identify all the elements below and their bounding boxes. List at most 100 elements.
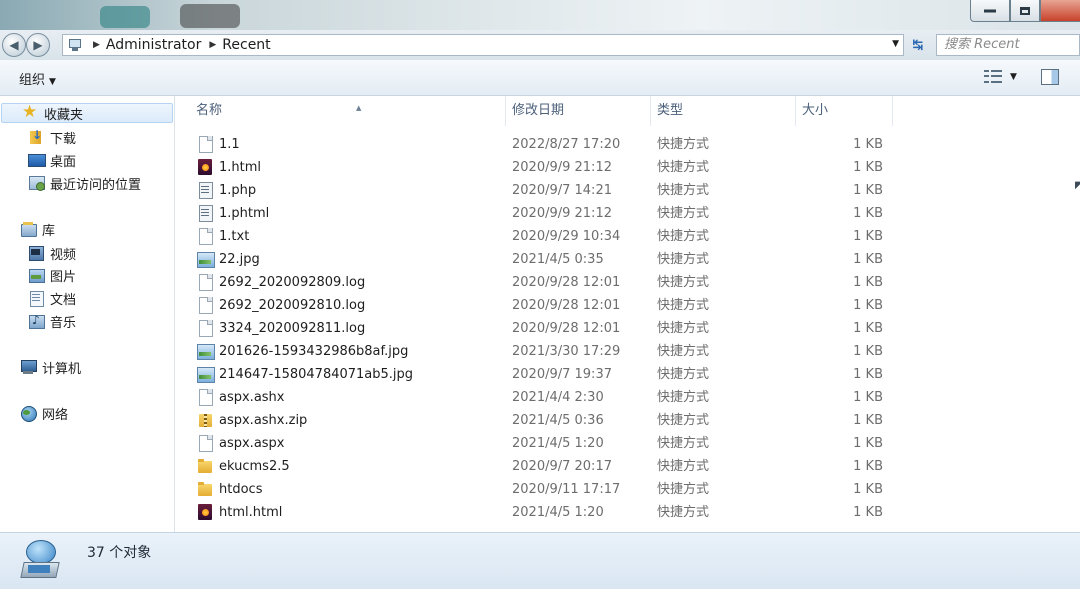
image-file-icon	[197, 366, 215, 383]
nav-item-videos[interactable]: 视频	[28, 243, 76, 263]
nav-item-recent-places[interactable]: 最近访问的位置	[28, 173, 141, 193]
change-view-button[interactable]: ▼	[984, 70, 1017, 84]
organize-menu-button[interactable]: 组织 ▼	[19, 69, 56, 88]
table-row[interactable]: aspx.ashx 2021/4/4 2:30 快捷方式 1 KB	[176, 386, 1080, 409]
modified-date-cell: 2020/9/9 21:12	[512, 206, 612, 221]
nav-item-downloads[interactable]: 下载	[28, 127, 76, 147]
file-name-cell: 1.html	[219, 160, 262, 175]
address-dropdown-icon[interactable]: ▼	[892, 39, 899, 49]
nav-label: 音乐	[50, 315, 77, 331]
details-pane: 37 个对象	[0, 532, 1080, 589]
file-name-cell: 2692_2020092810.log	[219, 298, 366, 313]
nav-favorites[interactable]: 收藏夹	[1, 102, 173, 123]
table-row[interactable]: 1.phtml 2020/9/9 21:12 快捷方式 1 KB	[176, 202, 1080, 225]
table-row[interactable]: 214647-15804784071ab5.jpg 2020/9/7 19:37 快…	[176, 363, 1080, 386]
title-bar	[0, 0, 1080, 30]
table-row[interactable]: 2692_2020092809.log 2020/9/28 12:01 快捷方式 1 …	[176, 271, 1080, 294]
back-arrow-icon: ◀	[9, 38, 19, 52]
table-row[interactable]: aspx.aspx 2021/4/5 1:20 快捷方式 1 KB	[176, 432, 1080, 455]
breadcrumb-administrator[interactable]: Administrator	[106, 37, 201, 53]
scroll-indicator-icon: ◤	[1075, 180, 1080, 191]
nav-item-documents[interactable]: 文档	[28, 288, 76, 308]
file-size-cell: 1 KB	[853, 505, 883, 520]
table-row[interactable]: ekucms2.5 2020/9/7 20:17 快捷方式 1 KB	[176, 455, 1080, 478]
nav-item-pictures[interactable]: 图片	[28, 265, 76, 285]
close-button[interactable]	[1040, 0, 1080, 22]
table-row[interactable]: 1.php 2020/9/7 14:21 快捷方式 1 KB	[176, 179, 1080, 202]
organize-label: 组织	[19, 73, 46, 88]
explorer-window: ◀ ▶ ▶ Administrator ▶ Recent ▼ ↹ 搜索 Rece…	[0, 0, 1080, 589]
nav-item-desktop[interactable]: 桌面	[28, 150, 76, 170]
downloads-folder-icon	[28, 128, 44, 145]
nav-computer[interactable]: 计算机	[20, 357, 81, 377]
table-row[interactable]: 3324_2020092811.log 2020/9/28 12:01 快捷方式 1 …	[176, 317, 1080, 340]
file-size-cell: 1 KB	[853, 160, 883, 175]
table-row[interactable]: 1.txt 2020/9/29 10:34 快捷方式 1 KB	[176, 225, 1080, 248]
shortcut-file-icon	[197, 320, 213, 337]
modified-date-cell: 2020/9/28 12:01	[512, 321, 621, 336]
file-rows: 1.1 2022/8/27 17:20 快捷方式 1 KB 1.html 2020/9/9…	[176, 133, 1080, 524]
nav-label: 桌面	[50, 154, 77, 170]
nav-label: 收藏夹	[44, 107, 84, 123]
search-input[interactable]: 搜索 Recent	[936, 34, 1080, 56]
modified-date-cell: 2021/4/5 0:36	[512, 413, 604, 428]
column-header-type[interactable]: 类型	[651, 96, 796, 126]
column-header-date[interactable]: 修改日期	[506, 96, 651, 126]
shortcut-file-icon	[197, 297, 213, 314]
file-type-cell: 快捷方式	[657, 137, 710, 152]
shortcut-file-icon	[197, 136, 213, 153]
nav-network[interactable]: 网络	[20, 403, 68, 423]
file-size-cell: 1 KB	[853, 367, 883, 382]
modified-date-cell: 2020/9/7 19:37	[512, 367, 612, 382]
table-row[interactable]: 1.html 2020/9/9 21:12 快捷方式 1 KB	[176, 156, 1080, 179]
nav-label: 下载	[50, 131, 77, 147]
forward-button[interactable]: ▶	[26, 33, 50, 57]
file-type-cell: 快捷方式	[657, 229, 710, 244]
maximize-button[interactable]	[1010, 0, 1040, 22]
file-size-cell: 1 KB	[853, 413, 883, 428]
shortcut-file-icon	[197, 389, 213, 406]
column-header-size[interactable]: 大小	[796, 96, 893, 126]
file-size-cell: 1 KB	[853, 229, 883, 244]
table-row[interactable]: 1.1 2022/8/27 17:20 快捷方式 1 KB	[176, 133, 1080, 156]
table-row[interactable]: 201626-1593432986b8af.jpg 2021/3/30 17:29…	[176, 340, 1080, 363]
address-row: ◀ ▶ ▶ Administrator ▶ Recent ▼ ↹ 搜索 Rece…	[0, 30, 1080, 60]
column-label: 名称	[196, 103, 223, 118]
column-label: 类型	[657, 103, 684, 118]
file-type-cell: 快捷方式	[657, 298, 710, 313]
minimize-button[interactable]	[970, 0, 1010, 22]
breadcrumb-separator-icon[interactable]: ▶	[209, 40, 216, 50]
navigation-pane: 收藏夹 下载 桌面 最近访问的位置 库 视频 图片 文档	[0, 96, 175, 532]
nav-item-music[interactable]: 音乐	[28, 311, 76, 331]
breadcrumb-separator-icon[interactable]: ▶	[93, 40, 100, 50]
preview-pane-button[interactable]	[1041, 69, 1059, 85]
back-button[interactable]: ◀	[2, 33, 26, 57]
table-row[interactable]: html.html 2021/4/5 1:20 快捷方式 1 KB	[176, 501, 1080, 524]
file-type-cell: 快捷方式	[657, 390, 710, 405]
image-file-icon	[197, 343, 215, 360]
nav-libraries[interactable]: 库	[20, 219, 55, 239]
refresh-button[interactable]: ↹	[906, 34, 930, 56]
document-library-icon	[28, 290, 44, 307]
file-size-cell: 1 KB	[853, 482, 883, 497]
file-name-cell: 201626-1593432986b8af.jpg	[219, 344, 409, 359]
address-bar[interactable]: ▶ Administrator ▶ Recent ▼	[62, 34, 904, 56]
sort-ascending-icon: ▲	[356, 104, 362, 112]
table-row[interactable]: 2692_2020092810.log 2020/9/28 12:01 快捷方式 1 …	[176, 294, 1080, 317]
modified-date-cell: 2020/9/11 17:17	[512, 482, 621, 497]
file-type-cell: 快捷方式	[657, 436, 710, 451]
star-icon	[22, 102, 38, 122]
desktop-icon	[28, 152, 46, 168]
column-header-name[interactable]: 名称 ▲	[190, 96, 506, 126]
file-name-cell: 22.jpg	[219, 252, 260, 267]
computer-icon	[20, 359, 37, 375]
music-library-icon	[28, 313, 45, 329]
table-row[interactable]: aspx.ashx.zip 2021/4/5 0:36 快捷方式 1 KB	[176, 409, 1080, 432]
breadcrumb-recent[interactable]: Recent	[222, 37, 270, 53]
column-label: 大小	[802, 103, 829, 118]
table-row[interactable]: 22.jpg 2021/4/5 0:35 快捷方式 1 KB	[176, 248, 1080, 271]
file-type-cell: 快捷方式	[657, 459, 710, 474]
maximize-icon	[1020, 6, 1030, 15]
table-row[interactable]: htdocs 2020/9/11 17:17 快捷方式 1 KB	[176, 478, 1080, 501]
forward-arrow-icon: ▶	[33, 38, 43, 52]
